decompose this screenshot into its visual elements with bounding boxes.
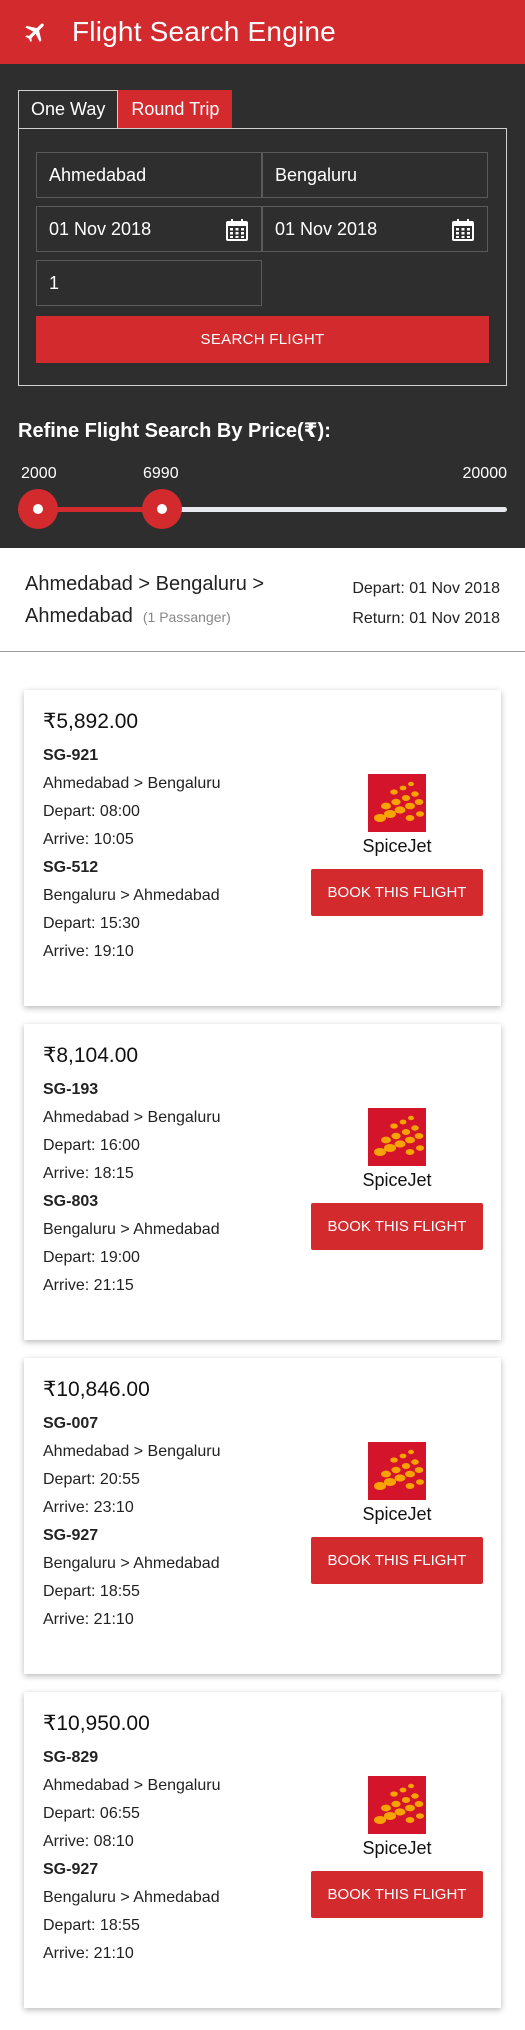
flight-depart: Depart: 18:55 bbox=[43, 1583, 140, 1600]
origin-field[interactable]: Ahmedabad bbox=[36, 152, 262, 198]
spicejet-logo bbox=[368, 1442, 426, 1500]
results-list: ₹5,892.00 SG-921 Ahmedabad > Bengaluru D… bbox=[0, 652, 525, 2008]
flight-arrive: Arrive: 19:10 bbox=[43, 943, 134, 960]
airline-name: SpiceJet bbox=[362, 1170, 432, 1190]
calendar-icon[interactable] bbox=[225, 218, 249, 242]
summary-depart-date: Depart: 01 Nov 2018 bbox=[352, 580, 500, 597]
flight-depart: Depart: 19:00 bbox=[43, 1249, 140, 1266]
flight-depart: Depart: 18:55 bbox=[43, 1917, 140, 1934]
flight-card: ₹5,892.00 SG-921 Ahmedabad > Bengaluru D… bbox=[24, 690, 501, 1006]
flight-arrive: Arrive: 21:15 bbox=[43, 1277, 134, 1294]
summary-passengers: (1 Passanger) bbox=[142, 609, 231, 625]
price-min-label: 2000 bbox=[21, 465, 57, 482]
flight-card: ₹10,950.00 SG-829 Ahmedabad > Bengaluru … bbox=[24, 1692, 501, 2008]
book-flight-button[interactable]: BOOK THIS FLIGHT bbox=[311, 869, 483, 916]
depart-date-field[interactable]: 01 Nov 2018 bbox=[36, 206, 262, 252]
trip-summary: Ahmedabad > Bengaluru > Ahmedabad (1 Pass… bbox=[0, 548, 525, 652]
book-flight-button[interactable]: BOOK THIS FLIGHT bbox=[311, 1537, 483, 1584]
airline-name: SpiceJet bbox=[362, 836, 432, 856]
return-date-field[interactable]: 01 Nov 2018 bbox=[262, 206, 488, 252]
tab-one-way[interactable]: One Way bbox=[18, 90, 119, 128]
slider-max-handle[interactable] bbox=[142, 489, 183, 529]
airline-block: SpiceJet BOOK THIS FLIGHT bbox=[311, 1108, 483, 1250]
search-form: Ahmedabad Bengaluru 01 Nov 2018 01 Nov 2… bbox=[18, 128, 507, 386]
app-header: Flight Search Engine bbox=[0, 0, 525, 64]
flight-code: SG-007 bbox=[43, 1415, 99, 1432]
plane-icon bbox=[22, 18, 50, 46]
tab-round-trip[interactable]: Round Trip bbox=[118, 90, 233, 128]
depart-date-value: 01 Nov 2018 bbox=[49, 218, 152, 239]
flight-card: ₹10,846.00 SG-007 Ahmedabad > Bengaluru … bbox=[24, 1358, 501, 1674]
airline-block: SpiceJet BOOK THIS FLIGHT bbox=[311, 774, 483, 916]
flight-price: ₹10,846.00 bbox=[43, 1378, 150, 1401]
trip-type-tabs: One Way Round Trip bbox=[18, 90, 507, 128]
flight-code: SG-193 bbox=[43, 1081, 99, 1098]
spicejet-logo bbox=[368, 1108, 426, 1166]
search-flight-button[interactable]: SEARCH FLIGHT bbox=[36, 316, 489, 363]
page-title: Flight Search Engine bbox=[72, 16, 336, 47]
return-date-value: 01 Nov 2018 bbox=[275, 218, 378, 239]
flight-price: ₹10,950.00 bbox=[43, 1712, 150, 1735]
search-panel: One Way Round Trip Ahmedabad Bengaluru 0… bbox=[0, 64, 525, 548]
airline-block: SpiceJet BOOK THIS FLIGHT bbox=[311, 1776, 483, 1918]
flight-depart: Depart: 15:30 bbox=[43, 915, 140, 932]
summary-return-date: Return: 01 Nov 2018 bbox=[352, 610, 500, 627]
spicejet-logo bbox=[368, 774, 426, 832]
airline-name: SpiceJet bbox=[362, 1838, 432, 1858]
book-flight-button[interactable]: BOOK THIS FLIGHT bbox=[311, 1203, 483, 1250]
flight-code: SG-921 bbox=[43, 747, 99, 764]
airline-block: SpiceJet BOOK THIS FLIGHT bbox=[311, 1442, 483, 1584]
flight-price: ₹8,104.00 bbox=[43, 1044, 139, 1067]
price-current-label: 6990 bbox=[143, 465, 179, 482]
price-max-label: 20000 bbox=[462, 465, 508, 482]
flight-price: ₹5,892.00 bbox=[43, 710, 139, 733]
airline-name: SpiceJet bbox=[362, 1504, 432, 1524]
refine-title: Refine Flight Search By Price(₹): bbox=[18, 420, 331, 442]
destination-field[interactable]: Bengaluru bbox=[262, 152, 488, 198]
flight-arrive: Arrive: 21:10 bbox=[43, 1945, 134, 1962]
price-labels: 2000 6990 20000 bbox=[18, 465, 507, 487]
passengers-field[interactable]: 1 bbox=[36, 260, 262, 306]
slider-min-handle[interactable] bbox=[18, 489, 58, 529]
calendar-icon[interactable] bbox=[451, 218, 475, 242]
spicejet-logo bbox=[368, 1776, 426, 1834]
flight-code: SG-829 bbox=[43, 1749, 99, 1766]
flight-card: ₹8,104.00 SG-193 Ahmedabad > Bengaluru D… bbox=[24, 1024, 501, 1340]
flight-arrive: Arrive: 21:10 bbox=[43, 1611, 134, 1628]
price-slider[interactable] bbox=[18, 489, 507, 529]
book-flight-button[interactable]: BOOK THIS FLIGHT bbox=[311, 1871, 483, 1918]
